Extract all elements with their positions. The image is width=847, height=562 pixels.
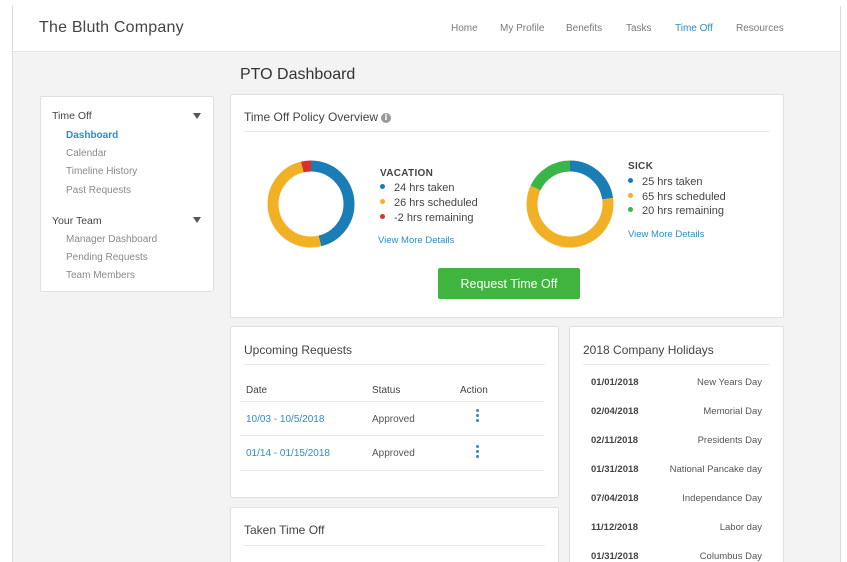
nav-time-off[interactable]: Time Off [675, 23, 713, 34]
holiday-date: 11/12/2018 [591, 522, 639, 533]
request-date-link[interactable]: 01/14 - 01/15/2018 [246, 448, 330, 459]
vacation-scheduled-text: 26 hrs scheduled [394, 197, 478, 209]
yellow-dot-icon [628, 193, 633, 198]
chevron-down-icon[interactable] [193, 113, 201, 119]
divider [244, 364, 545, 365]
nav-resources[interactable]: Resources [736, 23, 784, 34]
divider [240, 401, 544, 402]
request-status: Approved [372, 448, 415, 459]
app-frame: The Bluth Company Home My Profile Benefi… [12, 6, 841, 562]
column-header-date: Date [246, 385, 268, 396]
vacation-remaining-text: -2 hrs remaining [394, 212, 474, 224]
sick-remaining-text: 20 hrs remaining [642, 205, 724, 217]
upcoming-title: Upcoming Requests [244, 343, 353, 357]
sick-taken: 25 hrs taken [628, 176, 703, 188]
sidebar-item-pending-requests[interactable]: Pending Requests [66, 252, 148, 263]
sick-donut-chart [526, 160, 614, 248]
request-status: Approved [372, 414, 415, 425]
more-actions-icon[interactable] [476, 445, 480, 460]
vacation-remaining: -2 hrs remaining [380, 212, 473, 224]
column-header-action: Action [460, 385, 488, 396]
divider [240, 470, 544, 471]
divider [244, 131, 770, 132]
vacation-view-details-link[interactable]: View More Details [378, 235, 454, 246]
taken-time-off-card: Taken Time Off [230, 507, 559, 562]
sick-remaining: 20 hrs remaining [628, 205, 724, 217]
policy-title: Time Off Policy Overview i [244, 110, 392, 124]
nav-home[interactable]: Home [451, 23, 478, 34]
holiday-date: 01/31/2018 [591, 551, 639, 562]
sick-taken-text: 25 hrs taken [642, 176, 703, 188]
request-date-link[interactable]: 10/03 - 10/5/2018 [246, 414, 324, 425]
yellow-dot-icon [380, 199, 385, 204]
holiday-name: Presidents Day [697, 435, 762, 446]
vacation-scheduled: 26 hrs scheduled [380, 197, 478, 209]
company-holidays-card: 2018 Company Holidays 01/01/2018 New Yea… [569, 326, 784, 562]
vacation-donut-chart [267, 160, 355, 248]
page-title: PTO Dashboard [240, 66, 356, 83]
sick-view-details-link[interactable]: View More Details [628, 229, 704, 240]
holiday-name: Memorial Day [703, 406, 762, 417]
policy-overview-card: Time Off Policy Overview i VACATION 24 hr… [230, 94, 784, 318]
holiday-name: Labor day [719, 522, 762, 533]
holiday-name: New Years Day [697, 377, 762, 388]
more-actions-icon[interactable] [476, 409, 480, 424]
sidebar-group-time-off[interactable]: Time Off [52, 110, 92, 122]
sidebar-item-manager-dashboard[interactable]: Manager Dashboard [66, 234, 157, 245]
upcoming-requests-card: Upcoming Requests Date Status Action 10/… [230, 326, 559, 498]
nav-my-profile[interactable]: My Profile [500, 23, 544, 34]
sidebar-item-dashboard[interactable]: Dashboard [66, 130, 118, 141]
red-dot-icon [380, 214, 385, 219]
column-header-status: Status [372, 385, 401, 396]
nav-tasks[interactable]: Tasks [626, 23, 652, 34]
sidebar-item-timeline-history[interactable]: Timeline History [66, 166, 137, 177]
sidebar-item-calendar[interactable]: Calendar [66, 148, 107, 159]
divider [240, 435, 544, 436]
holiday-date: 01/01/2018 [591, 377, 639, 388]
holiday-date: 02/11/2018 [591, 435, 639, 446]
sidebar: Time Off Dashboard Calendar Timeline His… [40, 96, 214, 292]
holiday-date: 07/04/2018 [591, 493, 639, 504]
holiday-name: Columbus Day [699, 551, 762, 562]
vacation-taken-text: 24 hrs taken [394, 182, 455, 194]
blue-dot-icon [628, 178, 633, 183]
sick-scheduled: 65 hrs scheduled [628, 191, 726, 203]
request-time-off-button[interactable]: Request Time Off [438, 268, 580, 299]
vacation-title: VACATION [380, 168, 434, 179]
top-bar: The Bluth Company Home My Profile Benefi… [13, 6, 840, 52]
blue-dot-icon [380, 184, 385, 189]
policy-title-text: Time Off Policy Overview [244, 110, 379, 124]
chevron-down-icon[interactable] [193, 217, 201, 223]
holiday-name: National Pancake day [669, 464, 762, 475]
holiday-date: 02/04/2018 [591, 406, 639, 417]
nav-benefits[interactable]: Benefits [566, 23, 602, 34]
vacation-taken: 24 hrs taken [380, 182, 455, 194]
sidebar-item-past-requests[interactable]: Past Requests [66, 185, 131, 196]
green-dot-icon [628, 207, 633, 212]
info-icon[interactable]: i [381, 113, 392, 123]
holidays-title: 2018 Company Holidays [583, 343, 714, 357]
sidebar-group-your-team[interactable]: Your Team [52, 215, 102, 227]
sick-title: SICK [628, 161, 654, 172]
divider [583, 364, 770, 365]
holiday-name: Independance Day [682, 493, 762, 504]
sidebar-item-team-members[interactable]: Team Members [66, 270, 135, 281]
taken-title: Taken Time Off [244, 523, 325, 537]
divider [244, 545, 545, 546]
brand-logo[interactable]: The Bluth Company [39, 19, 184, 37]
sick-scheduled-text: 65 hrs scheduled [642, 191, 726, 203]
holiday-date: 01/31/2018 [591, 464, 639, 475]
